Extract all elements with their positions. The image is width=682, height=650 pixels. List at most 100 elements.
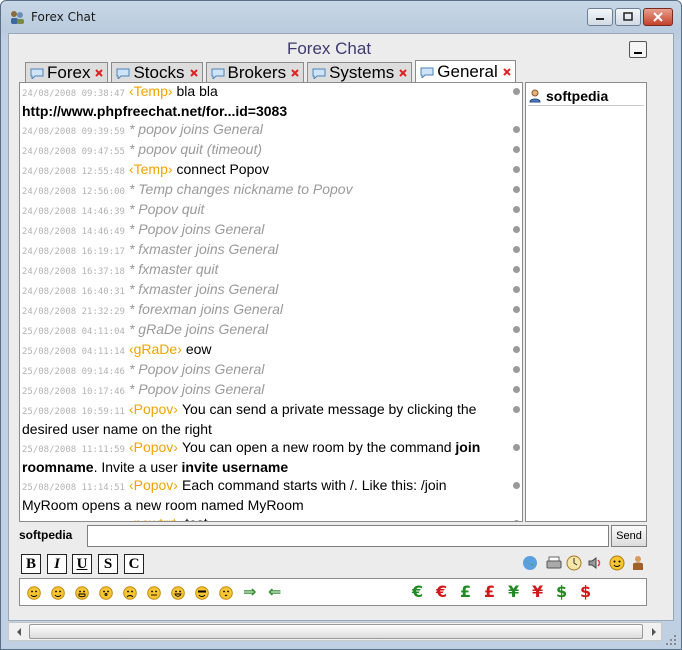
euro-red-icon[interactable]: €	[436, 582, 447, 601]
surprised-smiley-icon[interactable]	[99, 586, 113, 600]
tab-brokers[interactable]: Brokers	[205, 62, 305, 83]
message-list: 24/08/2008 09:38:47 ‹Temp› bla bla http://w…	[19, 82, 523, 522]
timestamp: 24/08/2008 21:32:29	[22, 307, 125, 317]
message-input[interactable]	[87, 525, 609, 547]
message-dot-icon	[513, 520, 520, 521]
nickname[interactable]: ‹Popov›	[129, 401, 178, 417]
speaker-icon[interactable]	[587, 555, 603, 571]
nickname[interactable]: ‹Temp›	[129, 83, 173, 99]
euro-green-icon[interactable]: €	[412, 582, 423, 601]
scroll-left-button[interactable]	[10, 623, 27, 640]
timestamp: 24/08/2008 16:40:31	[22, 287, 125, 297]
nickname[interactable]: ‹newtrrt›	[129, 515, 181, 521]
close-tab-icon[interactable]	[399, 69, 407, 77]
nickname[interactable]: ‹Popov›	[129, 439, 178, 455]
maximize-icon	[623, 12, 633, 21]
system-message: * popov joins General	[128, 121, 263, 137]
close-tab-icon[interactable]	[189, 69, 198, 77]
close-icon	[653, 12, 663, 22]
timestamp: 24/08/2008 14:46:49	[22, 227, 125, 237]
chat-bubble-icon	[312, 68, 326, 79]
message-text: invite username	[181, 459, 289, 475]
window-title: Forex Chat	[31, 10, 96, 24]
message-dot-icon	[513, 206, 520, 213]
user-item[interactable]: softpedia	[528, 86, 644, 106]
message-dot-icon	[513, 386, 520, 393]
tab-general[interactable]: General	[415, 60, 516, 83]
printer-icon[interactable]	[546, 555, 562, 571]
message-line: 25/08/2008 10:17:46 * Popov joins General	[20, 381, 522, 401]
sad-smiley-icon[interactable]	[123, 586, 137, 600]
close-tab-icon[interactable]	[503, 68, 511, 76]
wink-smiley-icon[interactable]	[51, 586, 65, 600]
message-line: 25/08/2008 04:11:04 * gRaDe joins General	[20, 321, 522, 341]
close-tab-icon[interactable]	[95, 69, 104, 77]
tongue-smiley-icon[interactable]	[147, 586, 161, 600]
bold-button[interactable]: B	[21, 554, 41, 574]
dollar-red-icon[interactable]: $	[580, 582, 591, 601]
arrow-right-icon[interactable]: ⇒	[243, 582, 256, 601]
tab-label: Brokers	[227, 63, 287, 82]
timestamp: 25/08/2008 11:14:51	[22, 483, 125, 493]
nickname[interactable]: ‹Temp›	[129, 161, 173, 177]
kiss-smiley-icon[interactable]	[219, 586, 233, 600]
italic-button[interactable]: I	[47, 554, 67, 574]
message-line: 24/08/2008 09:39:59 * popov joins General	[20, 121, 522, 141]
nickname[interactable]: ‹gRaDe›	[129, 341, 182, 357]
laugh-smiley-icon[interactable]	[75, 586, 89, 600]
message-dot-icon	[513, 226, 520, 233]
message-line: 24/08/2008 12:56:00 * Temp changes nickna…	[20, 181, 522, 201]
system-message: * Temp changes nickname to Popov	[128, 181, 353, 197]
color-button[interactable]: C	[124, 554, 144, 574]
chevron-right-icon	[651, 627, 656, 636]
message-dot-icon	[513, 346, 520, 353]
tab-systems[interactable]: Systems	[307, 62, 413, 83]
nickname[interactable]: ‹Popov›	[129, 477, 178, 493]
user-icon	[529, 89, 541, 102]
pound-green-icon[interactable]: £	[460, 582, 471, 601]
message-text: You can open a new room by the command	[181, 439, 456, 455]
tab-forex[interactable]: Forex	[25, 62, 109, 83]
nickname-label[interactable]: softpedia	[19, 528, 72, 542]
cool-smiley-icon[interactable]	[195, 586, 209, 600]
yen-red-icon[interactable]: ¥	[532, 582, 543, 601]
message-dot-icon	[513, 266, 520, 273]
clock-icon[interactable]	[566, 555, 582, 571]
smiley-icon[interactable]	[609, 555, 625, 571]
collapse-chat-button[interactable]	[629, 41, 647, 58]
send-button[interactable]: Send	[611, 525, 647, 547]
smile-smiley-icon[interactable]	[27, 586, 41, 600]
underline-button[interactable]: U	[72, 554, 92, 574]
timestamp: 25/08/2008 04:11:14	[22, 347, 125, 357]
grin-smiley-icon[interactable]	[171, 586, 185, 600]
tab-stocks[interactable]: Stocks	[111, 62, 203, 83]
minimize-icon	[634, 52, 642, 54]
yen-green-icon[interactable]: ¥	[508, 582, 519, 601]
arrow-left-icon[interactable]: ⇐	[268, 582, 281, 601]
globe-icon[interactable]	[522, 555, 538, 571]
chat-client: Forex Chat Forex Stocks Brokers Systems Gene…	[8, 33, 674, 621]
maximize-button[interactable]	[615, 8, 641, 26]
message-line: 25/08/2008 09:14:46 * Popov joins General	[20, 361, 522, 381]
system-message: * fxmaster quit	[128, 261, 219, 277]
close-button[interactable]	[643, 8, 673, 26]
strike-button[interactable]: S	[98, 554, 118, 574]
message-line: 24/08/2008 09:47:55 * popov quit (timeout…	[20, 141, 522, 161]
chat-bubble-icon	[211, 68, 224, 79]
tab-label: General	[437, 62, 498, 81]
dollar-green-icon[interactable]: $	[556, 582, 567, 601]
scrollbar-thumb[interactable]	[29, 624, 643, 639]
message-dot-icon	[513, 146, 520, 153]
system-message: * fxmaster joins General	[128, 241, 279, 257]
message-dot-icon	[513, 444, 520, 451]
person-icon[interactable]	[630, 555, 646, 571]
resize-grip-icon[interactable]	[664, 633, 678, 647]
pound-red-icon[interactable]: £	[484, 582, 495, 601]
close-tab-icon[interactable]	[291, 69, 299, 77]
title-bar[interactable]: Forex Chat	[1, 1, 681, 33]
horizontal-scrollbar[interactable]	[8, 622, 662, 641]
minimize-button[interactable]	[587, 8, 613, 26]
timestamp: 24/08/2008 16:19:17	[22, 247, 125, 257]
tab-label: Forex	[47, 63, 91, 82]
scroll-right-button[interactable]	[645, 623, 662, 640]
